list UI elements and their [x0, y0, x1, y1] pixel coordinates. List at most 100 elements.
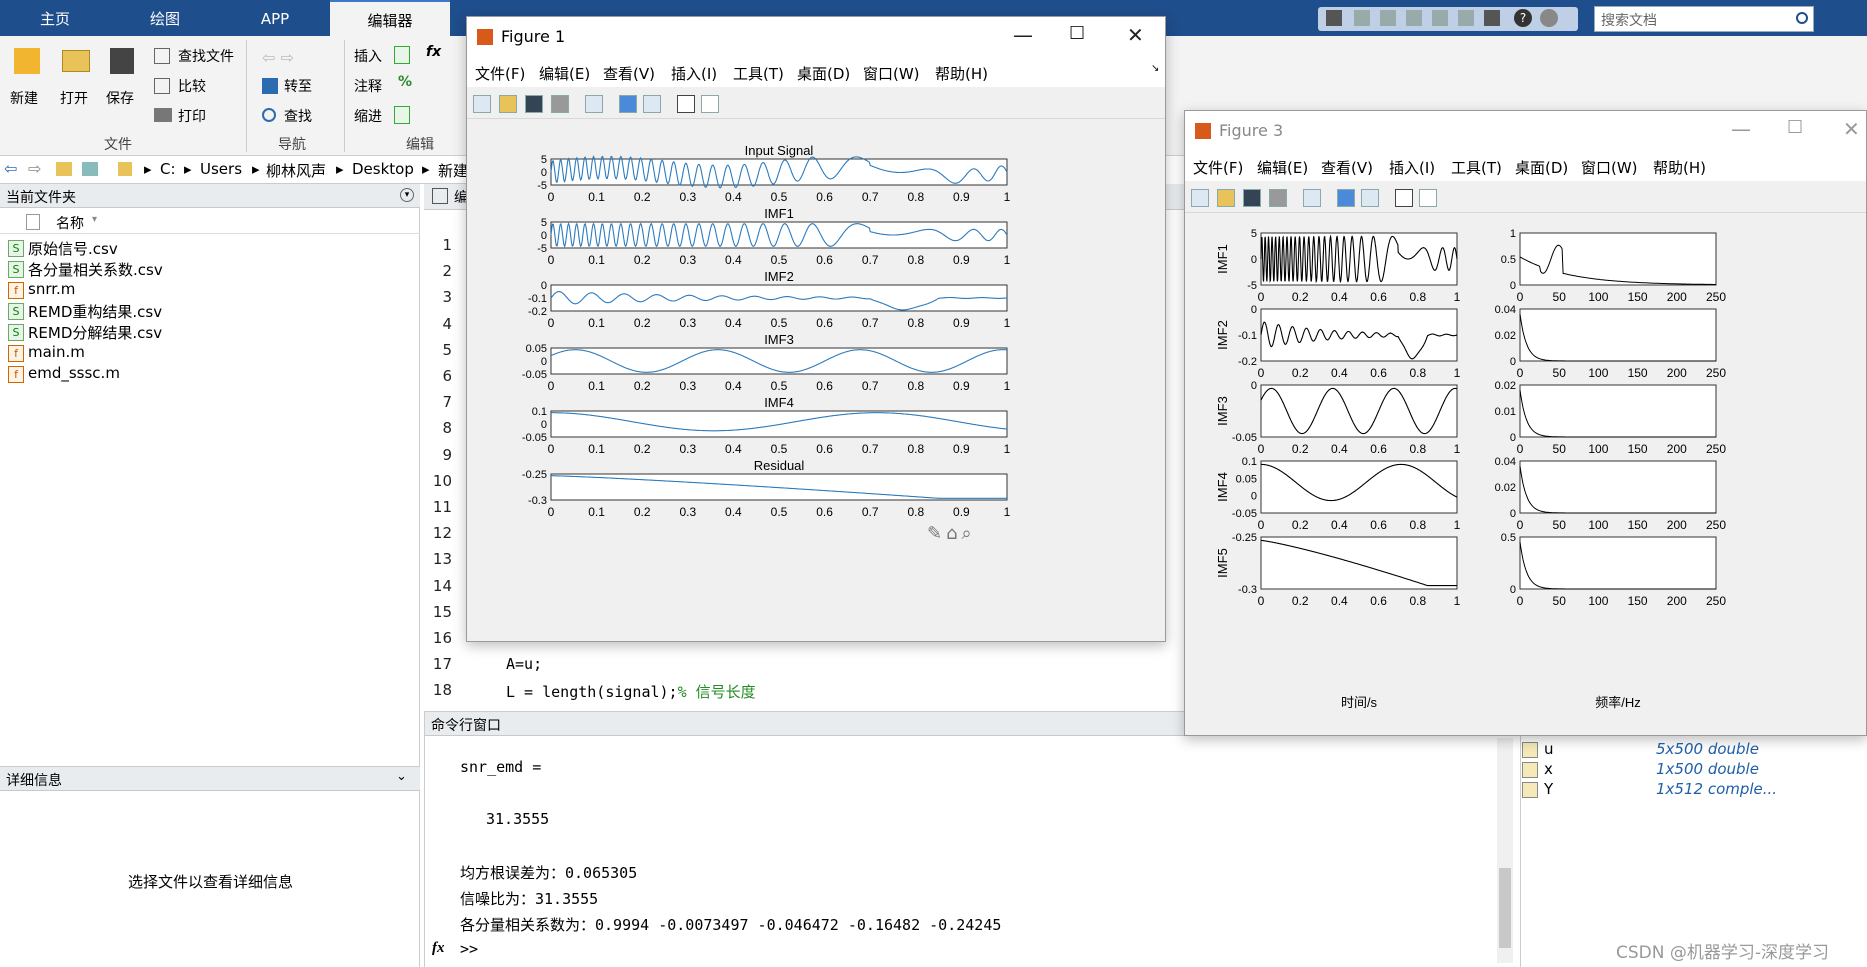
switch-windows-icon[interactable]: [1484, 10, 1500, 26]
insert-button[interactable]: 插入: [354, 46, 382, 66]
dock-arrow-icon[interactable]: ↘: [1151, 63, 1159, 74]
list-item[interactable]: S REMD分解结果.csv: [8, 322, 162, 343]
time-axes-box[interactable]: [1260, 536, 1458, 590]
menu-desktop[interactable]: 桌面(D): [797, 63, 850, 84]
copy-icon[interactable]: [1380, 10, 1396, 26]
time-axes-box[interactable]: [1260, 460, 1458, 514]
column-name-header[interactable]: 名称: [56, 213, 84, 233]
maximize-icon[interactable]: ☐: [1787, 117, 1803, 138]
close-icon[interactable]: ✕: [1127, 23, 1144, 47]
path-segment-users[interactable]: Users: [200, 160, 242, 178]
menu-window[interactable]: 窗口(W): [863, 63, 920, 84]
figure1-window[interactable]: Figure 1 — ☐ ✕ 文件(F) 编辑(E) 查看(V) 插入(I) 工…: [466, 16, 1166, 642]
minimize-icon[interactable]: —: [1731, 117, 1751, 141]
back-arrow-icon[interactable]: ⇦: [4, 159, 17, 178]
open-file-icon[interactable]: [1217, 189, 1235, 207]
panel-menu-icon[interactable]: ▾: [400, 188, 414, 202]
save-button[interactable]: 保存: [106, 88, 134, 108]
print-button[interactable]: 打印: [178, 106, 206, 126]
time-axes-box[interactable]: [1260, 384, 1458, 438]
minimize-icon[interactable]: —: [1013, 23, 1033, 47]
menu-insert[interactable]: 插入(I): [1389, 157, 1435, 178]
path-segment-user[interactable]: 柳林风声: [266, 160, 326, 181]
help-icon[interactable]: ?: [1514, 9, 1532, 27]
legend-icon[interactable]: [643, 95, 661, 113]
list-item[interactable]: f main.m: [8, 343, 85, 362]
indent-icon[interactable]: [394, 106, 410, 124]
figure1-plot-area[interactable]: Input Signal50-50 0.1 0.2 0.3 0.4 0.5 0.6 0.7 0.…: [467, 119, 1165, 641]
freq-axes-box[interactable]: [1519, 308, 1717, 362]
search-icon[interactable]: [1796, 12, 1808, 24]
menu-edit[interactable]: 编辑(E): [539, 63, 590, 84]
property-editor-icon[interactable]: [1419, 189, 1437, 207]
fx-icon[interactable]: fx: [432, 940, 445, 957]
menu-edit[interactable]: 编辑(E): [1257, 157, 1308, 178]
new-figure-icon[interactable]: [473, 95, 491, 113]
cut-icon[interactable]: [1354, 10, 1370, 26]
new-figure-icon[interactable]: [1191, 189, 1209, 207]
close-icon[interactable]: ✕: [1843, 117, 1860, 141]
freq-axes-box[interactable]: [1519, 384, 1717, 438]
tab-home[interactable]: 主页: [20, 0, 90, 36]
menu-desktop[interactable]: 桌面(D): [1515, 157, 1568, 178]
list-item[interactable]: S 各分量相关系数.csv: [8, 259, 163, 280]
freq-axes-box[interactable]: [1519, 232, 1717, 286]
save-icon[interactable]: [1326, 10, 1342, 26]
dropdown-icon[interactable]: [1540, 9, 1558, 27]
axes-box[interactable]: [550, 473, 1008, 501]
chevron-down-icon[interactable]: ⌄: [396, 769, 407, 784]
comment-percent-icon[interactable]: %: [398, 74, 412, 90]
legend-icon[interactable]: [1361, 189, 1379, 207]
link-plot-icon[interactable]: [585, 95, 603, 113]
menu-view[interactable]: 查看(V): [603, 63, 655, 84]
list-item[interactable]: f snrr.m: [8, 280, 75, 299]
link-plot-icon[interactable]: [1303, 189, 1321, 207]
menu-view[interactable]: 查看(V): [1321, 157, 1373, 178]
pointer-icon[interactable]: [677, 95, 695, 113]
print-figure-icon[interactable]: [1269, 189, 1287, 207]
list-item[interactable]: S REMD重构结果.csv: [8, 301, 162, 322]
redo-icon[interactable]: [1458, 10, 1474, 26]
axes-toolbar[interactable]: ✎⌂⌕: [927, 523, 976, 544]
find-files-button[interactable]: 查找文件: [178, 46, 234, 66]
colorbar-icon[interactable]: [619, 95, 637, 113]
open-button[interactable]: 打开: [60, 88, 88, 108]
undo-icon[interactable]: [1432, 10, 1448, 26]
colorbar-icon[interactable]: [1337, 189, 1355, 207]
menu-file[interactable]: 文件(F): [1193, 157, 1243, 178]
tab-apps[interactable]: APP: [240, 0, 310, 36]
command-scrollbar[interactable]: [1497, 738, 1513, 963]
open-file-icon[interactable]: [499, 95, 517, 113]
figure3-window[interactable]: Figure 3 — ☐ ✕ 文件(F) 编辑(E) 查看(V) 插入(I) 工…: [1184, 110, 1867, 736]
indent-button[interactable]: 缩进: [354, 106, 382, 126]
menu-window[interactable]: 窗口(W): [1581, 157, 1638, 178]
address-bar[interactable]: ⇦ ⇨ ▸ C: ▸ Users ▸ 柳林风声 ▸ Desktop ▸ 新建: [0, 156, 470, 184]
compare-button[interactable]: 比较: [178, 76, 206, 96]
menu-help[interactable]: 帮助(H): [935, 63, 988, 84]
path-segment-drive[interactable]: C:: [160, 160, 176, 178]
forward-arrow-icon[interactable]: ⇨: [28, 159, 41, 178]
new-button[interactable]: 新建: [10, 88, 38, 108]
print-figure-icon[interactable]: [551, 95, 569, 113]
axes-box[interactable]: [550, 347, 1008, 375]
menu-help[interactable]: 帮助(H): [1653, 157, 1706, 178]
save-figure-icon[interactable]: [1243, 189, 1261, 207]
pointer-icon[interactable]: [1395, 189, 1413, 207]
comment-button[interactable]: 注释: [354, 76, 382, 96]
search-docs-input[interactable]: 搜索文档: [1594, 6, 1814, 32]
up-folder-icon[interactable]: [56, 162, 72, 176]
browse-icon[interactable]: [82, 162, 98, 176]
path-segment-desktop[interactable]: Desktop: [352, 160, 414, 178]
paste-icon[interactable]: [1406, 10, 1422, 26]
back-forward-icon[interactable]: ⇦ ⇨: [262, 48, 302, 67]
list-item[interactable]: f emd_sssc.m: [8, 364, 120, 383]
fx-button[interactable]: fx: [426, 44, 441, 60]
code-line-18[interactable]: L = length(signal);% 信号长度: [506, 681, 756, 702]
tab-editor[interactable]: 编辑器: [330, 0, 450, 36]
tab-plots[interactable]: 绘图: [130, 0, 200, 36]
menu-file[interactable]: 文件(F): [475, 63, 525, 84]
list-item[interactable]: S 原始信号.csv: [8, 238, 118, 259]
save-figure-icon[interactable]: [525, 95, 543, 113]
menu-insert[interactable]: 插入(I): [671, 63, 717, 84]
menu-tools[interactable]: 工具(T): [733, 63, 784, 84]
